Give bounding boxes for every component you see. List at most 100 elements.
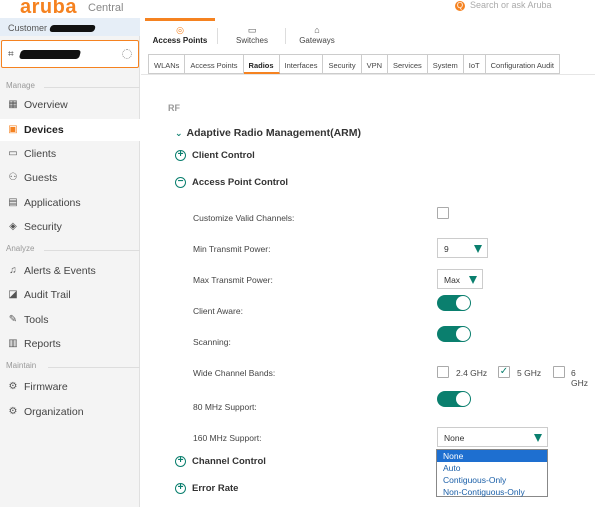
loading-icon xyxy=(122,49,132,59)
sidebar: Customer ⌗ Manage ▦ Overview ▣ Devices ▭ Cl… xyxy=(0,18,140,507)
client-control-section[interactable]: + Client Control xyxy=(175,150,255,161)
group-selector[interactable]: ⌗ xyxy=(1,40,139,68)
logo-subtitle: Central xyxy=(88,2,124,14)
tab-divider xyxy=(285,28,286,44)
sidebar-item-organization[interactable]: ⚙ Organization xyxy=(0,401,140,423)
tab-iot[interactable]: IoT xyxy=(463,54,486,74)
tab-configuration-audit[interactable]: Configuration Audit xyxy=(485,54,561,74)
redacted-text xyxy=(49,25,96,33)
tab-wlans[interactable]: WLANs xyxy=(148,54,186,74)
checkmark-icon: ✓ xyxy=(499,366,509,377)
tab-vpn[interactable]: VPN xyxy=(361,54,388,74)
report-icon: ▥ xyxy=(8,338,18,349)
sidebar-item-alerts[interactable]: ♫ Alerts & Events xyxy=(0,260,140,282)
mhz80-toggle[interactable] xyxy=(437,391,471,407)
band-24-checkbox[interactable] xyxy=(437,366,449,378)
search-placeholder: Search or ask Aruba xyxy=(470,0,552,10)
dropdown-arrow-icon xyxy=(534,434,542,442)
min-power-label: Min Transmit Power: xyxy=(193,244,271,254)
scanning-label: Scanning: xyxy=(193,337,231,347)
section-manage: Manage xyxy=(0,81,140,93)
option-non-contiguous-only[interactable]: Non-Contiguous-Only xyxy=(437,486,547,498)
gateway-icon: ⌂ xyxy=(314,25,320,35)
device-icon: ▣ xyxy=(8,124,18,135)
switch-icon: ▭ xyxy=(247,25,257,35)
expand-plus-icon: + xyxy=(175,456,186,467)
tab-system[interactable]: System xyxy=(427,54,464,74)
sidebar-item-overview[interactable]: ▦ Overview xyxy=(0,94,140,116)
custom-channels-checkbox[interactable] xyxy=(437,207,449,219)
app-icon: ▤ xyxy=(8,197,18,208)
tab-access-points-config[interactable]: Access Points xyxy=(185,54,244,74)
arm-section-toggle[interactable]: ⌄ Adaptive Radio Management(ARM) xyxy=(175,127,361,139)
customer-label: Customer xyxy=(8,23,48,33)
scanning-toggle[interactable] xyxy=(437,326,471,342)
trail-icon: ◪ xyxy=(8,289,18,300)
search-box[interactable]: Q Search or ask Aruba xyxy=(455,0,595,14)
min-power-select[interactable]: 9 xyxy=(437,238,488,258)
option-contiguous-only[interactable]: Contiguous-Only xyxy=(437,474,547,486)
tab-radios[interactable]: Radios xyxy=(243,54,280,74)
rf-heading: RF xyxy=(168,103,180,113)
firmware-icon: ⚙ xyxy=(8,381,18,392)
bell-icon: ♫ xyxy=(9,265,17,276)
tab-security[interactable]: Security xyxy=(323,54,362,74)
band-5-checkbox[interactable]: ✓ xyxy=(498,366,510,378)
users-icon: ⚇ xyxy=(8,172,18,183)
expand-plus-icon: + xyxy=(175,150,186,161)
grid-icon: ▦ xyxy=(8,99,18,110)
band-6-label: 6 GHz xyxy=(571,368,588,388)
group-icon: ⌗ xyxy=(8,49,14,60)
sidebar-item-tools[interactable]: ✎ Tools xyxy=(0,309,140,331)
sidebar-item-applications[interactable]: ▤ Applications xyxy=(0,192,140,214)
sidebar-item-audit-trail[interactable]: ◪ Audit Trail xyxy=(0,284,140,306)
dropdown-arrow-icon xyxy=(474,245,482,253)
sidebar-item-clients[interactable]: ▭ Clients xyxy=(0,143,140,165)
toggle-knob xyxy=(456,392,470,406)
section-analyze: Analyze xyxy=(0,244,140,256)
ap-icon: ◎ xyxy=(176,25,184,35)
shield-icon: ◈ xyxy=(9,221,17,232)
option-none[interactable]: None xyxy=(437,450,547,462)
error-rate-section[interactable]: + Error Rate xyxy=(175,483,238,494)
customer-selector[interactable]: Customer xyxy=(0,18,140,36)
band-24-label: 2.4 GHz xyxy=(456,368,488,378)
mhz160-select[interactable]: None xyxy=(437,427,548,447)
ap-control-section[interactable]: − Access Point Control xyxy=(175,177,288,188)
monitor-icon: ▭ xyxy=(8,148,18,159)
tab-services[interactable]: Services xyxy=(388,54,428,74)
band-6-checkbox[interactable] xyxy=(553,366,565,378)
client-aware-toggle[interactable] xyxy=(437,295,471,311)
sidebar-item-reports[interactable]: ▥ Reports xyxy=(0,333,140,355)
tab-rule xyxy=(141,74,595,75)
toggle-knob xyxy=(456,296,470,310)
top-header: aruba Central Q Search or ask Aruba xyxy=(0,0,595,18)
wrench-icon: ✎ xyxy=(8,314,18,325)
config-sub-tabs: WLANs Access Points Radios Interfaces Se… xyxy=(148,54,561,74)
option-auto[interactable]: Auto xyxy=(437,462,547,474)
chevron-down-icon: ⌄ xyxy=(175,128,183,138)
band-5-label: 5 GHz xyxy=(517,368,542,378)
mhz160-label: 160 MHz Support: xyxy=(193,433,262,443)
max-power-select[interactable]: Max xyxy=(437,269,483,289)
tab-access-points[interactable]: ◎ Access Points xyxy=(145,18,215,50)
wide-bands-label: Wide Channel Bands: xyxy=(193,368,276,378)
redacted-group-name xyxy=(18,50,82,59)
dropdown-arrow-icon xyxy=(469,276,477,284)
tab-switches[interactable]: ▭ Switches xyxy=(219,18,285,50)
section-maintain: Maintain xyxy=(0,361,140,373)
channel-control-section[interactable]: + Channel Control xyxy=(175,456,266,467)
org-icon: ⚙ xyxy=(8,406,18,417)
aruba-logo[interactable]: aruba xyxy=(20,0,77,19)
tab-divider xyxy=(217,28,218,44)
client-aware-label: Client Aware: xyxy=(193,306,243,316)
tab-interfaces[interactable]: Interfaces xyxy=(279,54,324,74)
sidebar-item-devices[interactable]: ▣ Devices xyxy=(0,119,140,141)
expand-plus-icon: + xyxy=(175,483,186,494)
sidebar-item-firmware[interactable]: ⚙ Firmware xyxy=(0,376,140,398)
mhz160-options-list: None Auto Contiguous-Only Non-Contiguous… xyxy=(436,449,548,497)
tab-gateways[interactable]: ⌂ Gateways xyxy=(287,18,347,50)
toggle-knob xyxy=(456,327,470,341)
sidebar-item-guests[interactable]: ⚇ Guests xyxy=(0,167,140,189)
sidebar-item-security[interactable]: ◈ Security xyxy=(0,216,140,238)
